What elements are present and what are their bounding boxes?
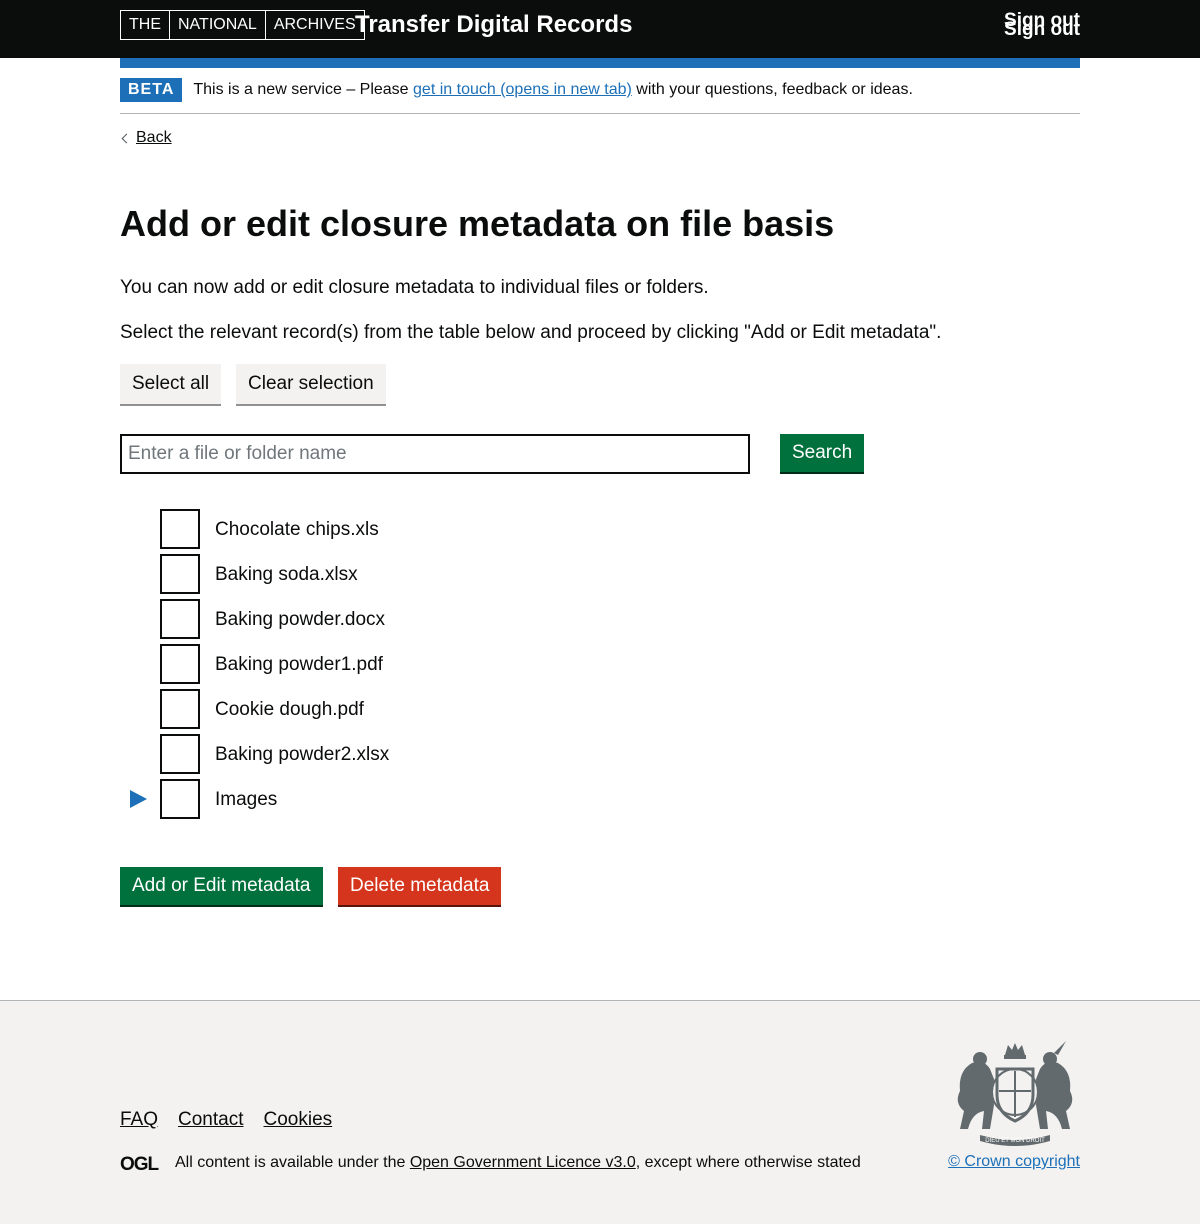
licence-text: All content is available under the Open …	[175, 1154, 861, 1172]
back-link[interactable]: Back	[120, 128, 172, 148]
add-edit-metadata-button[interactable]: Add or Edit metadata	[120, 867, 323, 905]
tree-item-label[interactable]: Images	[215, 787, 277, 812]
royal-coat-of-arms-icon: DIEU ET MON DROIT	[957, 1041, 1073, 1146]
site-footer: FAQ Contact Cookies OGL All content is a…	[0, 1000, 1200, 1224]
delete-metadata-button[interactable]: Delete metadata	[338, 867, 502, 905]
select-all-button[interactable]: Select all	[120, 364, 222, 404]
crest-motto: DIEU ET MON DROIT	[985, 1138, 1045, 1144]
tree-item-checkbox[interactable]	[160, 734, 200, 774]
tree-item-label[interactable]: Baking powder2.xlsx	[215, 742, 389, 767]
tree-item: Baking soda.xlsx	[120, 554, 520, 594]
phase-banner-text: This is a new service – Please get in to…	[193, 78, 913, 102]
licence-row: OGL All content is available under the O…	[120, 1153, 861, 1173]
tree-item: Baking powder.docx	[120, 599, 520, 639]
logo-part-the: THE	[121, 11, 170, 39]
chevron-left-icon	[121, 133, 132, 143]
crown-copyright-link[interactable]: © Crown copyright	[948, 1153, 1080, 1171]
site-header: THE NATIONAL ARCHIVES Transfer Digital R…	[0, 0, 1200, 58]
expand-triangle-icon[interactable]	[130, 790, 147, 808]
intro-text: You can now add or edit closure metadata…	[120, 277, 709, 298]
tree-item: Baking powder1.pdf	[120, 644, 520, 684]
tree-item-checkbox[interactable]	[160, 689, 200, 729]
licence-text-before: All content is available under the	[175, 1154, 410, 1171]
search-input[interactable]	[120, 434, 750, 474]
phase-text-after: with your questions, feedback or ideas.	[631, 81, 913, 98]
licence-text-after: , except where otherwise stated	[635, 1154, 861, 1171]
logo-part-national: NATIONAL	[170, 11, 266, 39]
service-name-link[interactable]: Transfer Digital Records	[355, 10, 632, 40]
tree-item-label[interactable]: Baking soda.xlsx	[215, 562, 358, 587]
national-archives-logo[interactable]: THE NATIONAL ARCHIVES	[120, 10, 365, 40]
tree-item: Cookie dough.pdf	[120, 689, 520, 729]
phase-text-before: This is a new service – Please	[193, 81, 414, 98]
beta-tag: BETA	[120, 78, 183, 102]
tree-item-checkbox[interactable]	[160, 779, 200, 819]
feedback-link[interactable]: get in touch (opens in new tab)	[413, 81, 632, 98]
tree-item-checkbox[interactable]	[160, 599, 200, 639]
tree-item-label[interactable]: Chocolate chips.xls	[215, 517, 379, 542]
footer-link-faq[interactable]: FAQ	[120, 1109, 158, 1131]
sign-out-text-duplicate: Sign out	[1004, 19, 1080, 40]
logo-part-archives: ARCHIVES	[273, 16, 356, 33]
phase-banner: BETA This is a new service – Please get …	[120, 78, 1080, 114]
page-title: Add or edit closure metadata on file bas…	[120, 203, 835, 244]
tree-item-label[interactable]: Baking powder.docx	[215, 607, 385, 632]
search-button[interactable]: Search	[780, 434, 865, 472]
licence-link[interactable]: Open Government Licence v3.0	[410, 1154, 636, 1171]
tree-item-checkbox[interactable]	[160, 509, 200, 549]
tree-item-label[interactable]: Cookie dough.pdf	[215, 697, 364, 722]
tree-item-checkbox[interactable]	[160, 644, 200, 684]
footer-link-cookies[interactable]: Cookies	[264, 1109, 333, 1131]
tree-item-label[interactable]: Baking powder1.pdf	[215, 652, 383, 677]
ogl-logo-text: OGL	[120, 1154, 160, 1173]
tree-item: Baking powder2.xlsx	[120, 734, 520, 774]
footer-links: FAQ Contact Cookies	[120, 1109, 332, 1131]
clear-selection-button[interactable]: Clear selection	[236, 364, 386, 404]
tree-folder-item: Images	[120, 779, 520, 819]
sign-out-link[interactable]: Sign out Sign out	[1004, 11, 1080, 40]
tree-item-checkbox[interactable]	[160, 554, 200, 594]
header-blue-bar	[120, 58, 1080, 68]
footer-link-contact[interactable]: Contact	[178, 1109, 243, 1131]
instruction-text: Select the relevant record(s) from the t…	[120, 322, 942, 343]
ogl-logo-icon: OGL	[120, 1154, 161, 1173]
tree-item: Chocolate chips.xls	[120, 509, 520, 549]
back-link-text[interactable]: Back	[136, 128, 172, 148]
